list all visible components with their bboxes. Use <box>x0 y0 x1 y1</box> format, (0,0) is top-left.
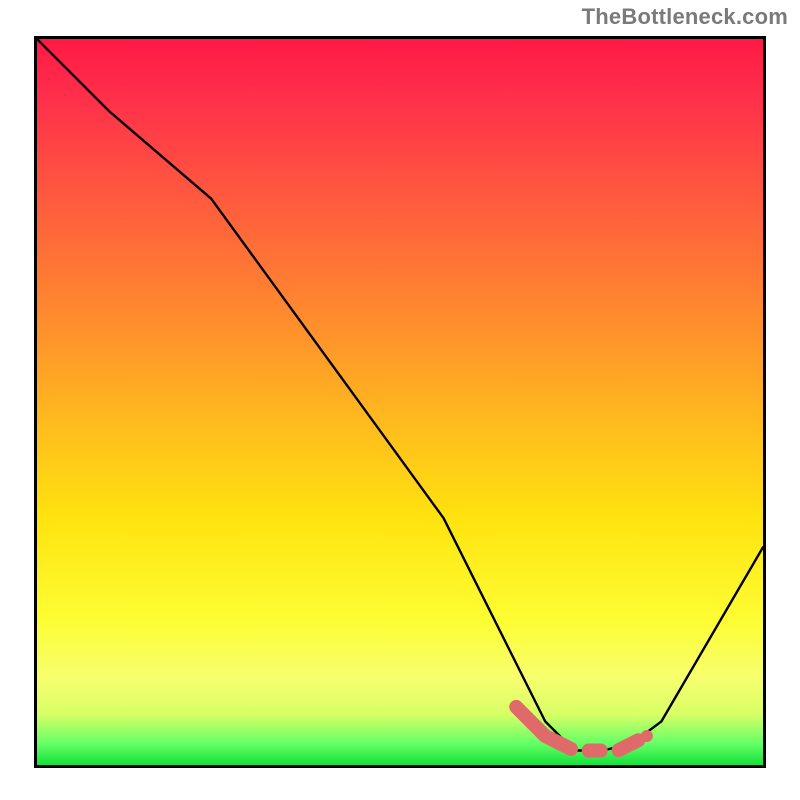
highlight-markers <box>516 707 653 751</box>
watermark-label: TheBottleneck.com <box>582 4 788 30</box>
chart-svg <box>37 39 763 765</box>
highlight-end-dot <box>641 730 653 742</box>
highlight-stroke <box>516 707 647 751</box>
chart-container: TheBottleneck.com <box>0 0 800 800</box>
plot-area <box>34 36 766 768</box>
curve-path <box>37 39 763 751</box>
